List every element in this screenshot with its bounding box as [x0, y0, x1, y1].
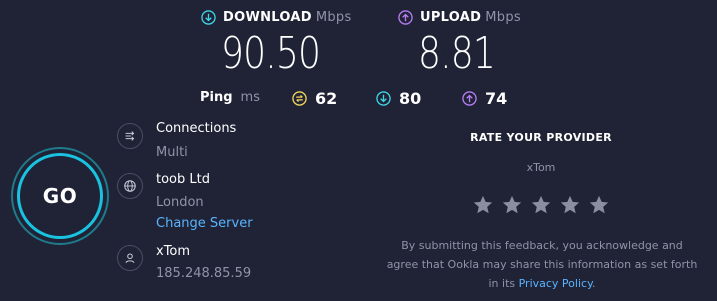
connections-title: Connections [156, 121, 237, 136]
disclaimer-pre: in its [488, 277, 516, 290]
globe-icon [117, 173, 143, 199]
download-value: 90.50 [221, 28, 321, 79]
ping-label: Ping [200, 90, 233, 105]
ping-label-group: Ping ms [200, 90, 260, 105]
ping-download: 80 [376, 89, 421, 108]
upload-header: UPLOAD Mbps [398, 10, 521, 25]
go-button-ring[interactable]: GO [11, 147, 109, 245]
upload-unit: Mbps [485, 10, 521, 25]
disclaimer-line-1: By submitting this feedback, you acknowl… [401, 239, 683, 252]
ping-unit: ms [240, 90, 260, 105]
star-1-icon[interactable] [472, 194, 494, 216]
upload-label: UPLOAD [420, 10, 482, 25]
disclaimer-post: . [592, 277, 596, 290]
connections-value: Multi [156, 145, 188, 160]
server-name: toob Ltd [156, 172, 210, 187]
star-2-icon[interactable] [501, 194, 523, 216]
download-ping-icon [376, 91, 391, 106]
download-label: DOWNLOAD [223, 10, 312, 25]
download-header: DOWNLOAD Mbps [201, 10, 352, 25]
idle-ping-icon [292, 91, 307, 106]
rate-provider-wrap: xTom [370, 161, 712, 174]
upload-value: 8.81 [418, 28, 496, 79]
download-unit: Mbps [315, 10, 352, 25]
ping-idle-value: 62 [315, 89, 338, 108]
change-server-link[interactable]: Change Server [156, 216, 253, 231]
server-location: London [156, 195, 204, 210]
connections-icon[interactable] [117, 123, 143, 149]
ping-upload-value: 74 [485, 89, 508, 108]
disclaimer-line-3: in its Privacy Policy. [364, 274, 717, 293]
upload-arrow-icon [398, 10, 413, 25]
go-button[interactable]: GO [17, 153, 103, 239]
ping-download-value: 80 [399, 89, 422, 108]
upload-ping-icon [462, 91, 477, 106]
rate-provider-name: xTom [526, 161, 556, 174]
feedback-disclaimer: By submitting this feedback, you acknowl… [364, 236, 717, 293]
star-4-icon[interactable] [559, 194, 581, 216]
user-icon [117, 245, 143, 271]
rate-panel: RATE YOUR PROVIDER [370, 131, 712, 144]
disclaimer-line-2: agree that Ookla may share this informat… [386, 258, 698, 271]
isp-name: xTom [156, 244, 191, 259]
star-5-icon[interactable] [588, 194, 610, 216]
ping-upload: 74 [462, 89, 507, 108]
ping-idle: 62 [292, 89, 337, 108]
download-arrow-icon [201, 10, 216, 25]
star-3-icon[interactable] [530, 194, 552, 216]
ip-address: 185.248.85.59 [156, 266, 252, 281]
star-rating[interactable] [370, 194, 712, 216]
privacy-policy-link[interactable]: Privacy Policy [519, 277, 592, 290]
rate-title: RATE YOUR PROVIDER [470, 131, 612, 144]
